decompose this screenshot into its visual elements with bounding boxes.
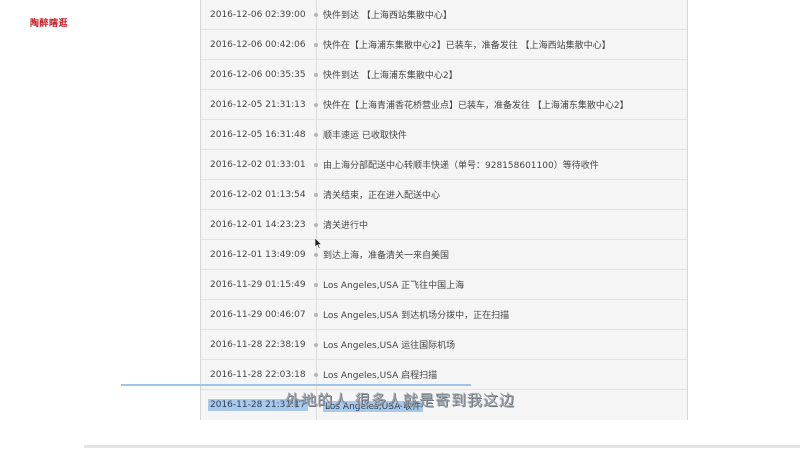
timeline-dot-icon xyxy=(314,193,318,197)
tracking-history-panel: 2016-12-06 02:39:00 快件到达 【上海西站集散中心】 2016… xyxy=(200,0,688,420)
selection-underline xyxy=(121,384,471,386)
event-time: 2016-11-29 01:15:49 xyxy=(210,279,306,290)
event-time: 2016-11-29 00:46:07 xyxy=(210,309,306,320)
event-description: 快件到达 【上海浦东集散中心2】 xyxy=(323,71,458,81)
timeline-dot-icon xyxy=(314,13,318,17)
tracking-row: 2016-12-02 01:33:01 由上海分部配送中心转顺丰快递（单号：92… xyxy=(201,150,687,180)
event-description: 顺丰速运 已收取快件 xyxy=(323,131,407,141)
timeline-dot-icon xyxy=(314,373,318,377)
event-time: 2016-12-01 14:23:23 xyxy=(210,219,306,230)
event-description: Los Angeles,USA 正飞往中国上海 xyxy=(323,281,465,291)
event-time: 2016-12-05 21:31:13 xyxy=(210,99,306,110)
timeline-marker xyxy=(311,60,323,89)
site-logo: 陶醉瞎逛 xyxy=(30,19,69,29)
timeline-marker xyxy=(311,90,323,119)
timeline-marker xyxy=(311,270,323,299)
timeline-marker xyxy=(311,0,323,29)
event-description: Los Angeles,USA 运往国际机场 xyxy=(323,341,456,351)
tracking-row: 2016-12-05 21:31:13 快件在【上海青浦香花桥营业点】已装车，准… xyxy=(201,90,687,120)
event-description: 快件在【上海青浦香花桥营业点】已装车，准备发往 【上海浦东集散中心2】 xyxy=(323,101,629,111)
tracking-row: 2016-11-29 00:46:07 Los Angeles,USA 到达机场… xyxy=(201,300,687,330)
timeline-dot-icon xyxy=(314,283,318,287)
event-description: 快件到达 【上海西站集散中心】 xyxy=(323,11,452,21)
timeline-marker xyxy=(311,120,323,149)
event-time: 2016-12-06 00:42:06 xyxy=(210,39,306,50)
event-time: 2016-12-05 16:31:48 xyxy=(210,129,306,140)
event-description: 清关结束，正在进入配送中心 xyxy=(323,191,441,201)
tracking-row: 2016-12-06 02:39:00 快件到达 【上海西站集散中心】 xyxy=(201,0,687,30)
tracking-row: 2016-11-28 22:38:19 Los Angeles,USA 运往国际… xyxy=(201,330,687,360)
timeline-marker xyxy=(311,30,323,59)
video-subtitle: 外地的人 很多人就是寄到我这边 xyxy=(285,391,515,409)
event-description: 由上海分部配送中心转顺丰快递（单号：928158601100）等待收件 xyxy=(323,161,599,171)
event-time: 2016-11-28 22:03:18 xyxy=(210,369,306,380)
timeline-dot-icon xyxy=(314,343,318,347)
timeline-dot-icon xyxy=(314,313,318,317)
timeline-dot-icon xyxy=(314,43,318,47)
timeline-dot-icon xyxy=(314,73,318,77)
tracking-row: 2016-11-29 01:15:49 Los Angeles,USA 正飞往中… xyxy=(201,270,687,300)
event-time: 2016-12-02 01:33:01 xyxy=(210,159,306,170)
bottom-divider xyxy=(84,445,800,448)
event-description: Los Angeles,USA 启程扫描 xyxy=(323,371,438,381)
timeline-dot-icon xyxy=(314,103,318,107)
event-time: 2016-12-06 02:39:00 xyxy=(210,9,306,20)
mouse-cursor-icon xyxy=(315,238,323,249)
tracking-row: 2016-12-06 00:42:06 快件在【上海浦东集散中心2】已装车，准备… xyxy=(201,30,687,60)
tracking-row: 2016-12-01 13:49:09 到达上海，准备清关一来自美国 xyxy=(201,240,687,270)
event-description: 到达上海，准备清关一来自美国 xyxy=(323,251,450,261)
timeline-dot-icon xyxy=(314,223,318,227)
timeline-marker xyxy=(311,330,323,359)
tracking-row: 2016-12-06 00:35:35 快件到达 【上海浦东集散中心2】 xyxy=(201,60,687,90)
event-time: 2016-12-06 00:35:35 xyxy=(210,69,306,80)
timeline-dot-icon xyxy=(314,163,318,167)
timeline-marker xyxy=(311,300,323,329)
tracking-row: 2016-12-02 01:13:54 清关结束，正在进入配送中心 xyxy=(201,180,687,210)
timeline-dot-icon xyxy=(314,133,318,137)
event-time: 2016-12-02 01:13:54 xyxy=(210,189,306,200)
event-description: Los Angeles,USA 到达机场分拨中，正在扫描 xyxy=(323,311,510,321)
tracking-row: 2016-12-01 14:23:23 清关进行中 xyxy=(201,210,687,240)
event-time: 2016-12-01 13:49:09 xyxy=(210,249,306,260)
timeline-dot-icon xyxy=(314,253,318,257)
tracking-row: 2016-12-05 16:31:48 顺丰速运 已收取快件 xyxy=(201,120,687,150)
event-description: 快件在【上海浦东集散中心2】已装车，准备发往 【上海西站集散中心】 xyxy=(323,41,611,51)
event-time: 2016-11-28 22:38:19 xyxy=(210,339,306,350)
event-description: 清关进行中 xyxy=(323,221,369,231)
timeline-marker xyxy=(311,150,323,179)
timeline-marker xyxy=(311,180,323,209)
timeline-marker xyxy=(311,210,323,239)
